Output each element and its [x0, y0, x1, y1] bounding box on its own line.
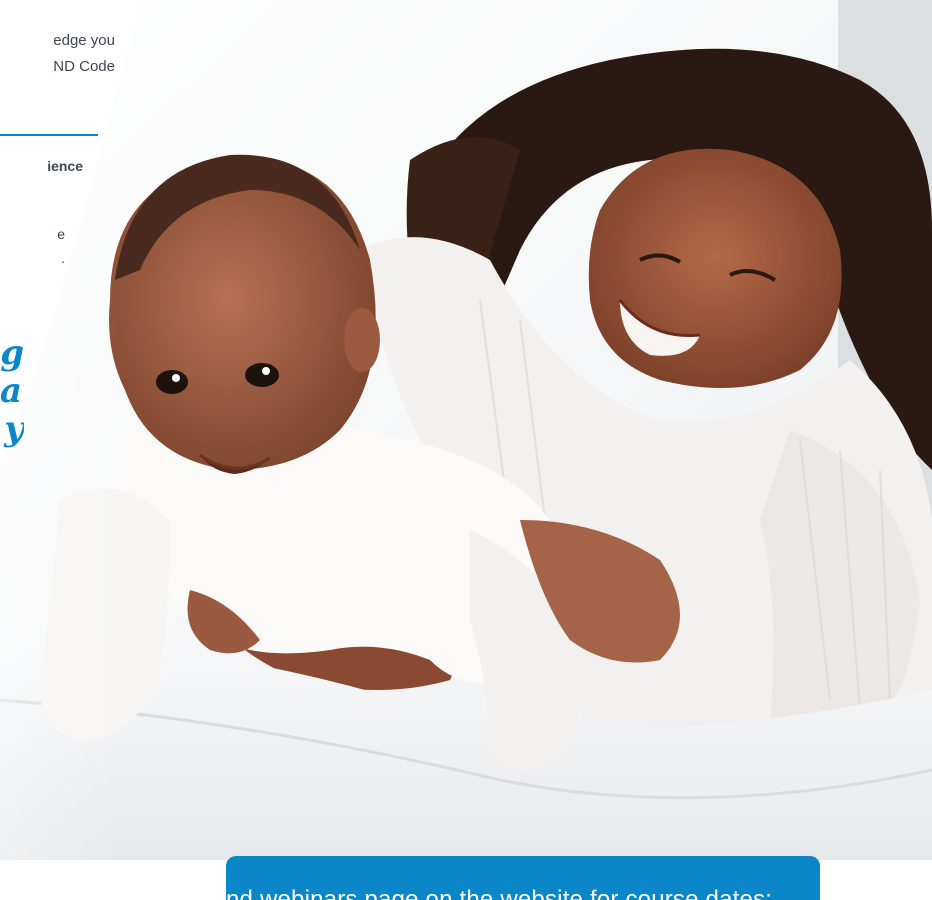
pull-quote-line-1: g: [0, 334, 24, 373]
banner-text: nd webinars page on the website for cour…: [226, 886, 773, 900]
section-text-line-2: .: [61, 250, 65, 266]
section-text: e .: [0, 222, 65, 270]
intro-line-2: ND Code: [53, 58, 115, 75]
pull-quote-line-2: at: [0, 371, 24, 411]
pull-quote: g at y: [0, 334, 24, 448]
course-dates-banner[interactable]: nd webinars page on the website for cour…: [226, 856, 820, 900]
section-label: ience: [47, 158, 83, 174]
page: edge you ND Code ience e . g at y: [0, 0, 932, 900]
intro-paragraph: edge you ND Code: [0, 28, 115, 80]
left-text-column: edge you ND Code ience e . g at y: [0, 0, 140, 520]
pull-quote-line-3: y: [4, 409, 24, 448]
intro-line-1: edge you: [53, 32, 115, 49]
section-text-line-1: e: [57, 226, 65, 242]
divider: [0, 134, 98, 136]
